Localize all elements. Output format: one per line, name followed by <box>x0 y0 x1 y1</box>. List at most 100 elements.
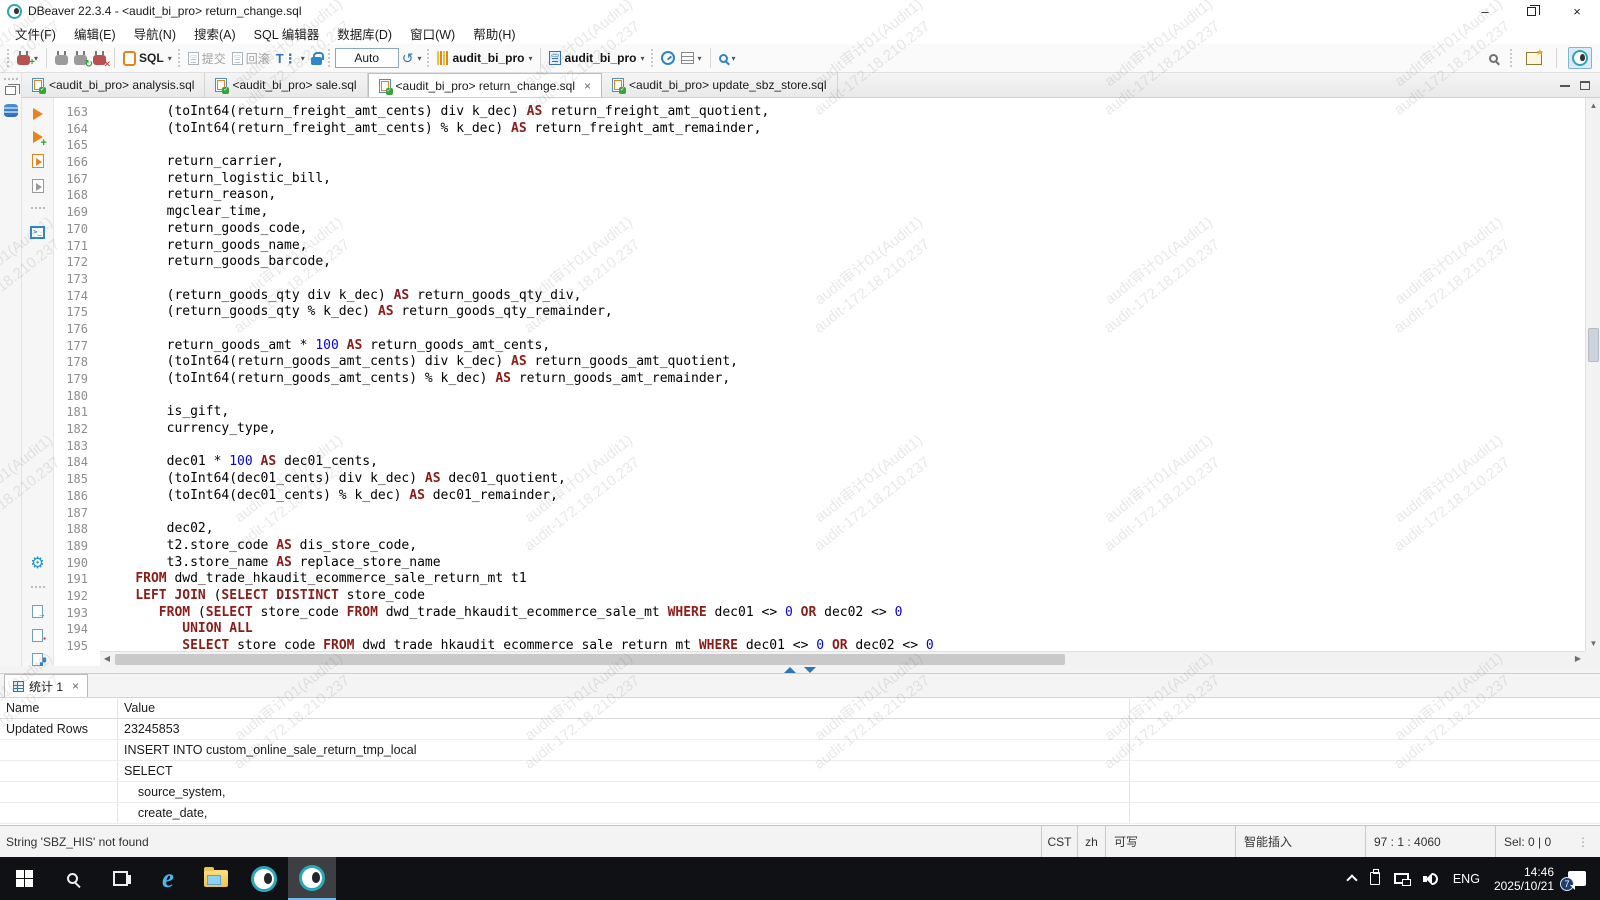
taskbar-search-button[interactable] <box>48 857 96 900</box>
horizontal-scroll-thumb[interactable] <box>115 654 1065 665</box>
internet-explorer-icon: e <box>162 865 174 892</box>
table-row[interactable]: Updated Rows23245853 <box>0 719 1600 740</box>
minimize-button[interactable]: – <box>1462 0 1508 22</box>
sash-down-icon[interactable] <box>804 667 816 673</box>
code-text: return_goods_barcode, <box>100 254 331 271</box>
code-line: 181 is_gift, <box>54 404 1585 421</box>
auto-commit-box[interactable]: Auto <box>335 48 399 68</box>
transaction-mode-button[interactable]: T⋮ ▾ <box>273 46 308 70</box>
connection-selector[interactable]: audit_bi_pro ▾ <box>434 46 535 70</box>
rollback-button[interactable]: 回滚 <box>229 46 273 70</box>
menu-item[interactable]: SQL 编辑器 <box>245 22 329 45</box>
quick-access-search-button[interactable] <box>1486 46 1501 70</box>
table-row[interactable]: INSERT INTO custom_online_sale_return_tm… <box>0 740 1600 761</box>
vertical-scrollbar[interactable]: ▲ ▼ <box>1585 98 1600 651</box>
code-text: return_goods_name, <box>100 238 308 255</box>
execute-script-icon[interactable] <box>32 154 44 168</box>
minimize-view-icon[interactable] <box>1560 84 1570 87</box>
menu-item[interactable]: 数据库(D) <box>328 22 401 45</box>
reconnect-button[interactable]: ↻ <box>71 46 90 70</box>
table-row[interactable]: SELECT <box>0 761 1600 782</box>
dashboard-button[interactable] <box>658 46 678 70</box>
settings-gear-icon[interactable]: ⚙ <box>30 556 44 572</box>
menu-item[interactable]: 导航(N) <box>125 22 185 45</box>
dbeaver-perspective-button[interactable] <box>1568 47 1592 69</box>
menu-item[interactable]: 搜索(A) <box>185 22 245 45</box>
file-chart-icon[interactable]: ▞ <box>32 653 43 666</box>
scroll-down-icon[interactable]: ▼ <box>1586 636 1600 651</box>
restore-panes-icon[interactable] <box>5 86 16 95</box>
sql-code-editor[interactable]: 163 (toInt64(return_freight_amt_cents) d… <box>54 98 1585 651</box>
menu-item[interactable]: 帮助(H) <box>464 22 524 45</box>
volume-icon[interactable] <box>1423 872 1439 886</box>
network-icon[interactable] <box>1394 873 1409 884</box>
database-selector[interactable]: audit_bi_pro ▾ <box>546 46 647 70</box>
code-text: is_gift, <box>100 404 229 421</box>
code-token: WHERE <box>699 638 738 651</box>
editor-tab[interactable]: <audit_bi_pro> analysis.sql <box>22 73 205 97</box>
editor-tab[interactable]: <audit_bi_pro> sale.sql <box>205 73 367 97</box>
compare-button[interactable]: ▾ <box>678 46 705 70</box>
commit-button[interactable]: 提交 <box>185 46 229 70</box>
execute-new-tab-icon[interactable]: + <box>33 131 43 143</box>
console-icon[interactable]: >_ <box>30 226 45 239</box>
code-line: 168 return_reason, <box>54 187 1585 204</box>
connect-button[interactable] <box>52 46 71 70</box>
code-token: dwd_trade_hkaudit_ecommerce_sale_mt <box>378 605 668 620</box>
scroll-right-icon[interactable]: ▶ <box>1571 652 1585 666</box>
table-row[interactable]: source_system, <box>0 782 1600 803</box>
file-alert-icon[interactable]: ▪ <box>32 629 43 642</box>
scroll-up-icon[interactable]: ▲ <box>1586 98 1600 113</box>
explain-plan-icon[interactable] <box>32 179 44 193</box>
input-language[interactable]: ENG <box>1453 872 1480 886</box>
sql-editor-button[interactable]: SQL ▾ <box>120 46 175 70</box>
tray-expand-icon[interactable] <box>1346 874 1357 885</box>
execute-statement-icon[interactable] <box>33 108 43 120</box>
code-token: (toInt64(return_freight_amt_cents) % k_d… <box>104 121 511 136</box>
scroll-left-icon[interactable]: ◀ <box>100 652 114 666</box>
lock-button[interactable] <box>308 46 325 70</box>
close-button[interactable]: × <box>1554 0 1600 22</box>
column-header-value[interactable]: Value <box>118 698 1130 718</box>
horizontal-scrollbar[interactable]: ◀ ▶ <box>100 651 1585 666</box>
table-row[interactable]: create_date, <box>0 803 1600 824</box>
file-explorer-button[interactable] <box>192 857 240 900</box>
internet-explorer-button[interactable]: e <box>144 857 192 900</box>
task-view-button[interactable] <box>96 857 144 900</box>
open-perspective-button[interactable] <box>1523 46 1545 70</box>
restore-button[interactable] <box>1508 0 1554 22</box>
maximize-view-icon[interactable] <box>1580 81 1590 90</box>
dbeaver-taskbar-button-active[interactable] <box>288 857 336 900</box>
sash-up-icon[interactable] <box>784 667 796 673</box>
plug-icon <box>55 55 68 65</box>
code-line: 167 return_logistic_bill, <box>54 171 1585 188</box>
code-token: OR <box>801 605 817 620</box>
search-icon <box>1489 54 1498 63</box>
column-header-name[interactable]: Name <box>0 698 118 718</box>
menu-item[interactable]: 编辑(E) <box>65 22 125 45</box>
usb-icon[interactable] <box>1370 872 1380 885</box>
menu-item[interactable]: 窗口(W) <box>401 22 464 45</box>
restore-icon <box>1527 7 1536 16</box>
vertical-scroll-thumb[interactable] <box>1588 328 1599 362</box>
panel-sash[interactable] <box>0 666 1600 673</box>
history-button[interactable]: ↺ ▾ <box>399 46 425 70</box>
perspective-icon <box>1526 52 1542 65</box>
editor-tab[interactable]: <audit_bi_pro> update_sbz_store.sql <box>602 73 837 97</box>
code-token: (toInt64(dec01_cents) div k_dec) <box>104 471 425 486</box>
notification-center-icon[interactable]: 7 <box>1568 871 1586 886</box>
tab-close-icon[interactable]: × <box>584 79 591 93</box>
tab-close-icon[interactable]: × <box>72 679 79 693</box>
export-file-icon[interactable]: → <box>32 605 43 618</box>
dbeaver-taskbar-button[interactable] <box>240 857 288 900</box>
search-menu-button[interactable]: ▾ <box>716 46 739 70</box>
menu-item[interactable]: 文件(F) <box>6 22 65 45</box>
editor-tab[interactable]: <audit_bi_pro> return_change.sql× <box>368 73 602 97</box>
taskbar-clock[interactable]: 14:46 2025/10/21 <box>1494 865 1554 893</box>
new-connection-button[interactable]: + ▾ <box>14 46 41 70</box>
code-token: FROM <box>159 605 190 620</box>
start-button[interactable] <box>0 857 48 900</box>
database-navigator-icon[interactable] <box>4 104 18 117</box>
chevron-down-icon: ▾ <box>528 54 532 63</box>
statistics-tab[interactable]: 统计 1 × <box>4 674 88 697</box>
